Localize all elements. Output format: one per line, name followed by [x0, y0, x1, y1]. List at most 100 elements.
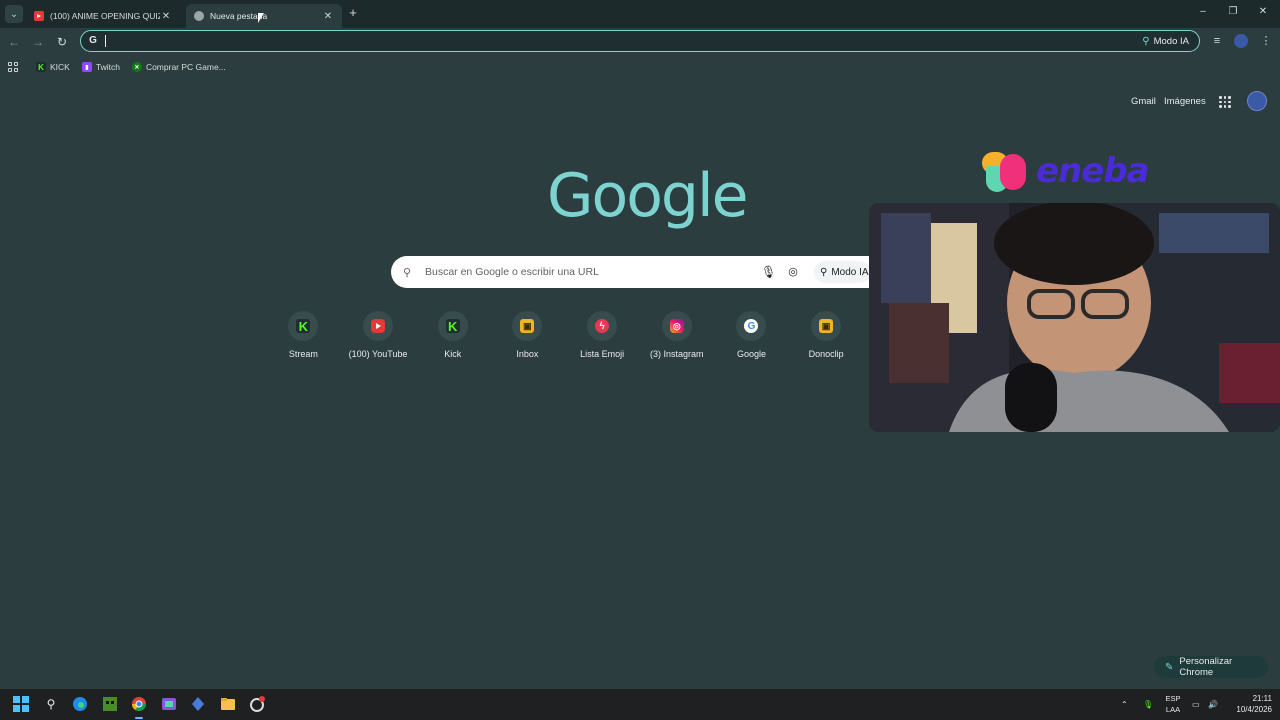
clock[interactable]: 21:11 10/4/2026: [1226, 693, 1272, 715]
eneba-logo: eneba: [980, 146, 1150, 196]
text-caret: [105, 35, 106, 47]
customize-label: Personalizar Chrome: [1179, 656, 1233, 678]
show-hidden-icons[interactable]: ⌃: [1121, 689, 1128, 720]
shortcut-label: Kick: [444, 349, 462, 359]
pencil-icon: ✎: [1165, 661, 1174, 673]
minimize-button[interactable]: –: [1196, 6, 1210, 17]
search-icon[interactable]: ⚲: [42, 695, 60, 713]
ai-search-icon: ⚲: [1142, 35, 1150, 47]
images-link[interactable]: Imágenes: [1164, 96, 1206, 107]
toolbar: ← → ↻ G ⚲ Modo IA: [0, 28, 1280, 56]
eneba-mark-icon: [980, 146, 1030, 196]
tab-search-button[interactable]: ⌄: [5, 5, 23, 23]
forward-arrow-icon[interactable]: →: [30, 34, 46, 50]
bookmark-comprar-pc[interactable]: ✕ Comprar PC Game...: [131, 62, 226, 72]
keyboard-layout: LAA: [1165, 705, 1181, 714]
lang-code: ESP: [1165, 694, 1181, 703]
gmail-link[interactable]: Gmail: [1131, 96, 1156, 107]
shortcut-donoclip[interactable]: ▣ Donoclip: [789, 311, 864, 359]
network-icon[interactable]: ▭: [1192, 689, 1200, 720]
bookmark-label: KICK: [50, 62, 70, 72]
edge-icon[interactable]: [71, 695, 89, 713]
shortcut-label: Google: [736, 349, 766, 359]
kick-icon: K: [445, 319, 460, 334]
clock-time: 21:11: [1252, 694, 1272, 703]
shortcut-label: Inbox: [516, 349, 539, 359]
shortcut-lista-emoji[interactable]: ϟ Lista Emoji: [565, 311, 640, 359]
microphone-icon[interactable]: 🎙: [761, 265, 776, 279]
shortcut-kick[interactable]: K Kick: [415, 311, 490, 359]
app-notification-icon[interactable]: [248, 695, 266, 713]
search-box[interactable]: ⚲ 🎙 ◎ ⚲ Modo IA: [391, 256, 871, 288]
customize-chrome-button[interactable]: ✎ Personalizar Chrome: [1154, 656, 1268, 678]
shortcut-label: Stream: [288, 349, 318, 359]
bookmark-label: Twitch: [95, 62, 120, 72]
shortcut-youtube[interactable]: (100) YouTube: [341, 311, 416, 359]
xbox-icon: ✕: [131, 62, 142, 72]
profile-avatar[interactable]: [1234, 34, 1248, 48]
bolt-icon: ϟ: [595, 319, 610, 333]
shortcut-label: Lista Emoji: [580, 349, 625, 359]
tab-strip: ⌄ (100) ANIME OPENING QUIZ🔥 ✕ Nueva pest…: [0, 0, 1280, 28]
modo-ia-search-button[interactable]: ⚲ Modo IA: [814, 261, 871, 283]
bookmarks-bar: K KICK ▮ Twitch ✕ Comprar PC Game...: [0, 57, 1280, 77]
windows-start-icon[interactable]: [12, 695, 30, 713]
minecraft-icon[interactable]: [101, 695, 119, 713]
clapper-icon: ▣: [520, 319, 535, 333]
google-icon: G: [744, 319, 759, 333]
close-tab-icon[interactable]: ✕: [322, 11, 334, 22]
shortcut-label: (3) Instagram: [650, 349, 704, 359]
modo-ia-button[interactable]: ⚲ Modo IA: [1142, 36, 1189, 47]
reload-icon[interactable]: ↻: [54, 34, 70, 50]
clock-date: 10/4/2026: [1236, 705, 1272, 714]
chrome-icon[interactable]: [130, 695, 148, 719]
app-icon[interactable]: [160, 695, 178, 713]
bookmark-label: Comprar PC Game...: [145, 62, 226, 72]
maximize-button[interactable]: ❐: [1226, 6, 1240, 17]
menu-kebab-icon[interactable]: ⋮: [1259, 34, 1273, 48]
apps-grid-icon[interactable]: [8, 62, 18, 72]
google-apps-icon[interactable]: [1219, 96, 1231, 108]
shortcut-google[interactable]: G Google: [714, 311, 789, 359]
tab-title: Nueva pestaña: [210, 11, 268, 21]
webcam-feed: [869, 203, 1280, 432]
address-input[interactable]: [105, 34, 1143, 48]
clapper-icon: ▣: [819, 319, 834, 333]
tab-anime-quiz[interactable]: (100) ANIME OPENING QUIZ🔥 ✕: [26, 4, 180, 28]
youtube-icon: [371, 319, 386, 333]
shortcut-inbox[interactable]: ▣ Inbox: [490, 311, 565, 359]
bookmark-kick[interactable]: K KICK: [36, 62, 70, 72]
file-explorer-icon[interactable]: [219, 695, 237, 713]
shortcut-stream[interactable]: K Stream: [266, 311, 341, 359]
language-indicator[interactable]: ESP LAA: [1163, 693, 1183, 715]
shortcut-instagram[interactable]: ◎ (3) Instagram: [639, 311, 714, 359]
twitch-icon: ▮: [81, 62, 92, 72]
microphone-icon[interactable]: 🎙: [1143, 689, 1153, 720]
new-tab-button[interactable]: +: [346, 6, 360, 20]
google-logo: Google: [547, 161, 749, 231]
search-input[interactable]: [425, 266, 745, 278]
close-tab-icon[interactable]: ✕: [160, 11, 172, 22]
account-avatar[interactable]: [1247, 91, 1267, 111]
back-arrow-icon[interactable]: ←: [6, 34, 22, 50]
modo-ia-label: Modo IA: [831, 266, 869, 278]
shortcuts: K Stream (100) YouTube K Kick ▣ Inbox ϟ …: [266, 311, 864, 359]
tab-title: (100) ANIME OPENING QUIZ🔥: [50, 10, 160, 21]
lens-icon[interactable]: ◎: [787, 265, 799, 279]
tab-new-tab[interactable]: Nueva pestaña ✕: [186, 4, 342, 28]
volume-icon[interactable]: 🔊: [1208, 689, 1218, 720]
bookmark-twitch[interactable]: ▮ Twitch: [81, 62, 120, 72]
search-icon: ⚲: [403, 266, 412, 279]
kick-icon: K: [296, 319, 311, 334]
mouse-cursor: [258, 13, 264, 23]
taskbar: ⚲ ⌃ 🎙 ESP LAA ▭ 🔊 21:11 10/4/2026: [0, 689, 1280, 720]
address-bar[interactable]: G ⚲ Modo IA: [80, 30, 1200, 52]
dev-app-icon[interactable]: [189, 695, 207, 713]
close-window-button[interactable]: ✕: [1256, 6, 1270, 17]
shortcut-label: Donoclip: [808, 349, 844, 359]
youtube-icon: [34, 11, 44, 21]
tab-search-icon[interactable]: ≡: [1210, 34, 1224, 48]
google-g-icon: G: [89, 35, 97, 46]
eneba-wordmark: eneba: [1036, 151, 1150, 191]
kick-icon: K: [36, 62, 46, 72]
